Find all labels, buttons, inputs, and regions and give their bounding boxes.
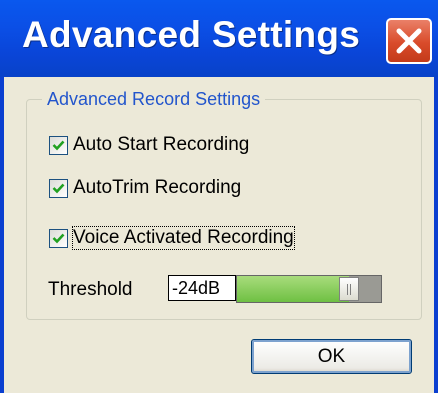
check-icon [52,140,65,150]
slider-thumb[interactable] [339,277,360,301]
ok-button[interactable]: OK [251,339,412,374]
checkbox-label: AutoTrim Recording [73,177,242,198]
auto-start-recording-checkbox[interactable]: Auto Start Recording [49,132,249,158]
dialog-body: Advanced Record Settings Auto Start Reco… [4,77,434,393]
check-icon [52,233,65,243]
checkbox-label: Voice Activated Recording [72,226,295,250]
threshold-slider[interactable] [236,275,382,303]
voice-activated-recording-checkbox[interactable]: Voice Activated Recording [49,225,295,251]
dialog-title: Advanced Settings [22,14,361,55]
checkbox-label: Auto Start Recording [73,134,250,155]
checkbox-box[interactable] [49,135,68,155]
checkbox-box[interactable] [49,178,68,198]
checkbox-box[interactable] [49,228,68,248]
check-icon [52,183,65,193]
title-bar[interactable]: Advanced Settings [0,0,438,77]
close-icon [396,28,422,54]
close-button[interactable] [386,18,432,64]
advanced-settings-dialog: Advanced Settings Advanced Record Settin… [0,0,438,393]
threshold-label: Threshold [48,279,133,300]
autotrim-recording-checkbox[interactable]: AutoTrim Recording [49,175,241,201]
threshold-value-field[interactable]: -24dB [168,275,236,301]
group-legend: Advanced Record Settings [42,89,266,110]
slider-fill [237,276,350,302]
